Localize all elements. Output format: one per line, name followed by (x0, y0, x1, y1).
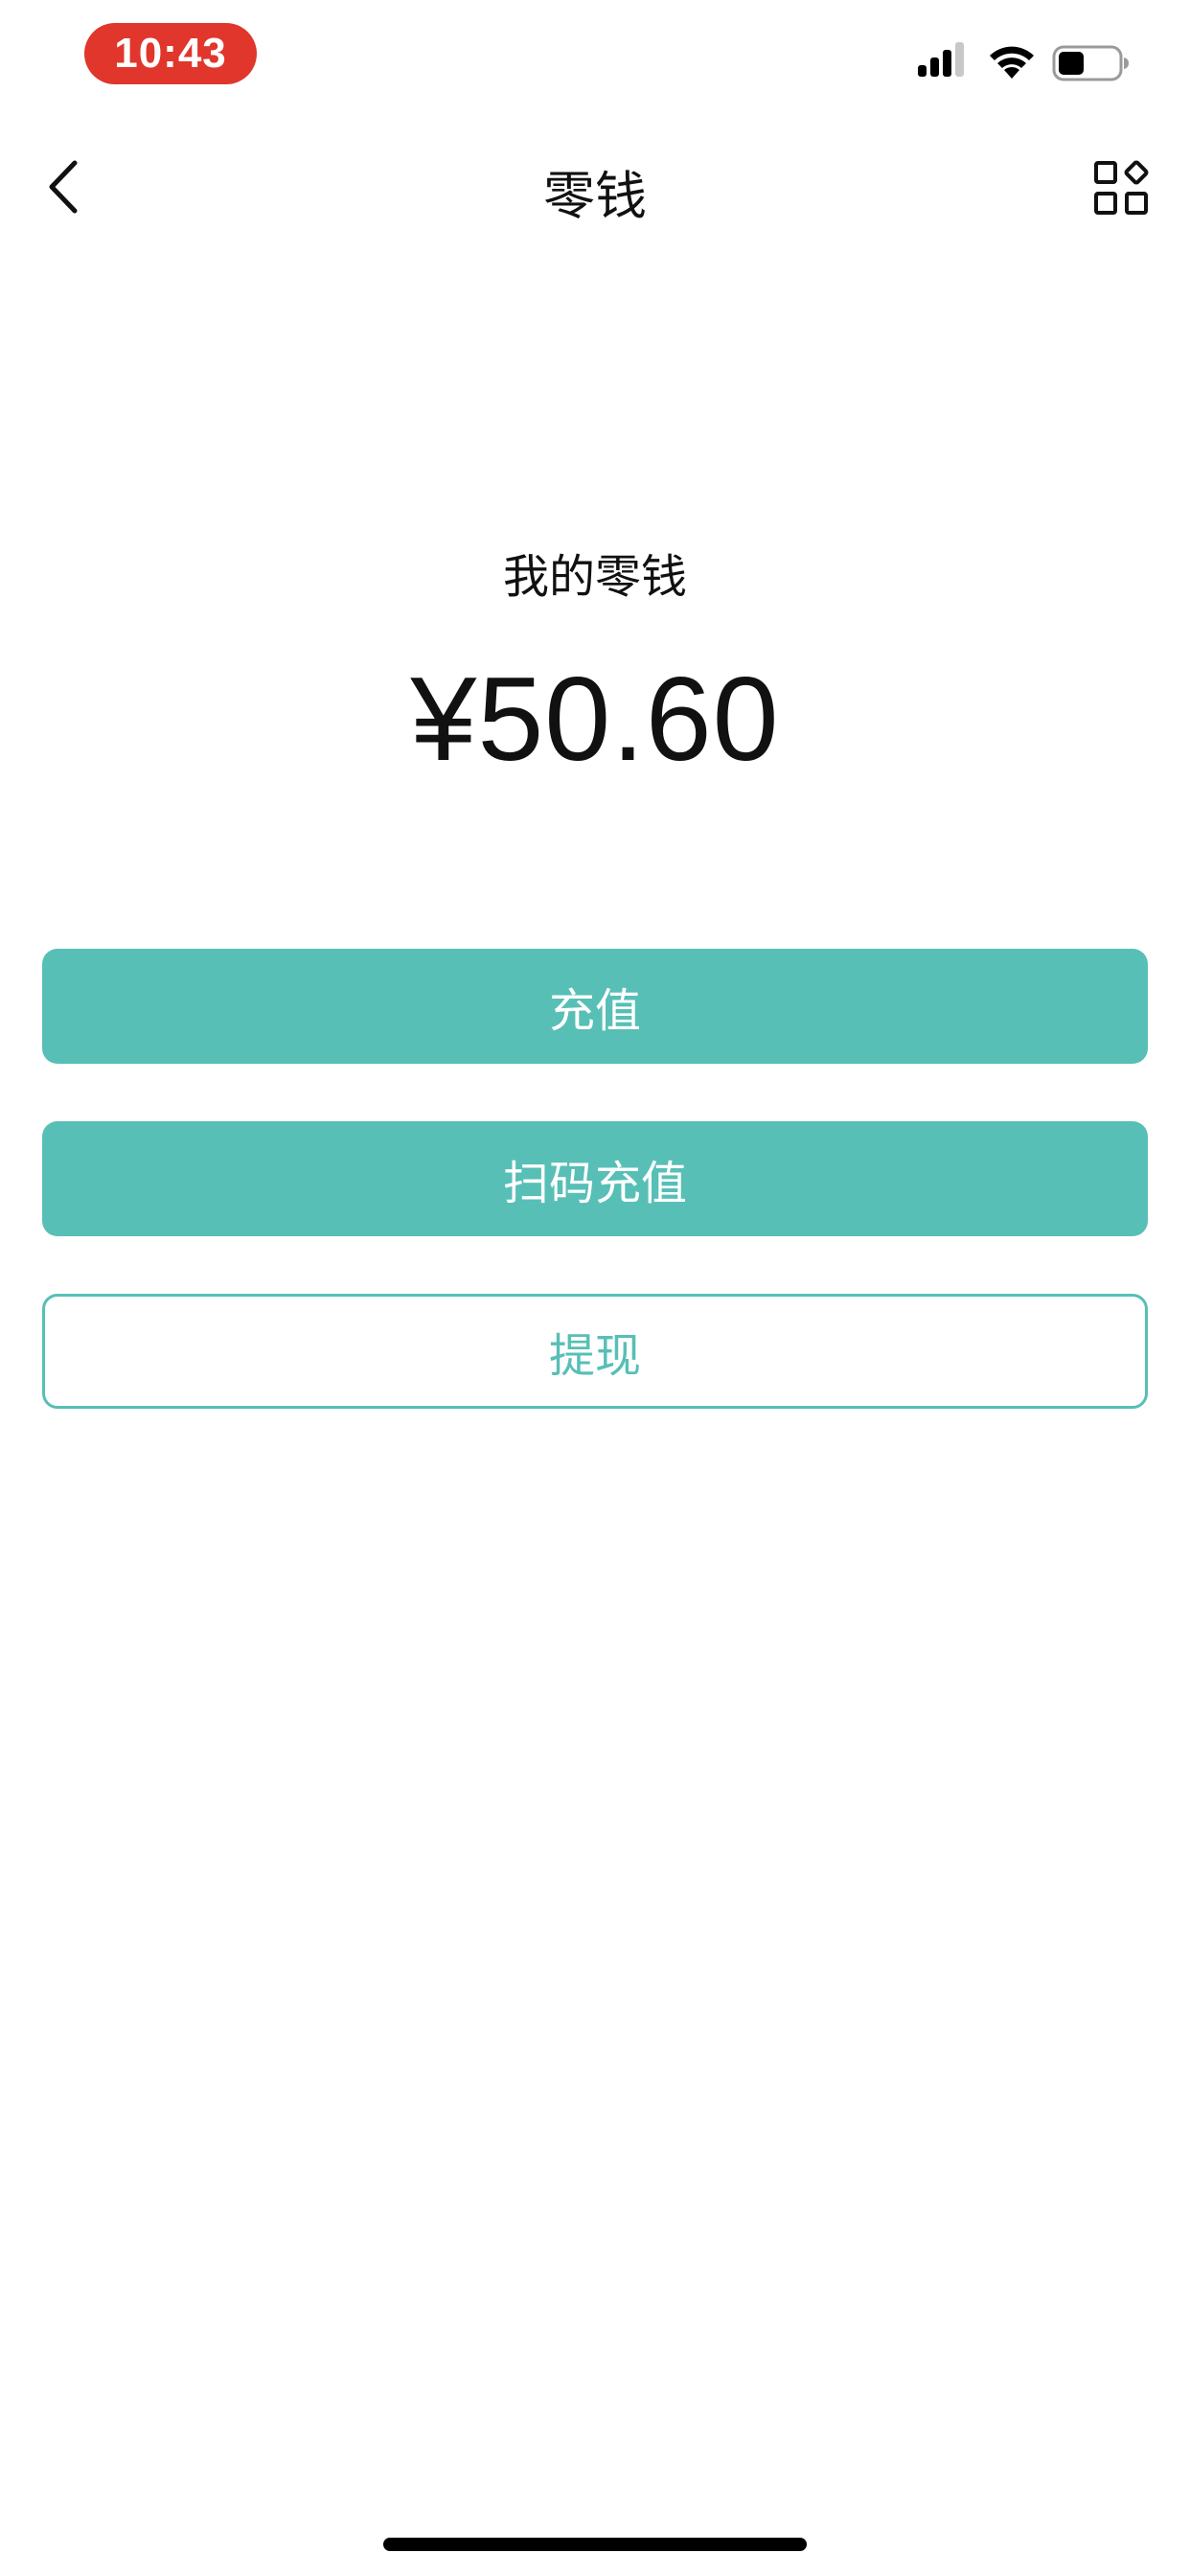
balance-amount: ¥50.60 (410, 654, 780, 786)
page-title: 零钱 (543, 166, 647, 226)
status-time: 10:43 (84, 23, 257, 84)
scan-recharge-button[interactable]: 扫码充值 (42, 1121, 1148, 1236)
recharge-button[interactable]: 充值 (42, 949, 1148, 1064)
wifi-icon (990, 46, 1034, 79)
balance-label: 我的零钱 (502, 550, 687, 604)
scan-recharge-button-label: 扫码充值 (502, 1157, 687, 1210)
withdraw-button-label: 提现 (548, 1329, 641, 1383)
more-options-button[interactable] (1092, 159, 1152, 218)
cellular-signal-icon (918, 42, 964, 77)
grid-apps-icon (1094, 160, 1149, 215)
withdraw-button[interactable]: 提现 (42, 1294, 1148, 1409)
home-indicator[interactable] (383, 2538, 807, 2551)
battery-icon (1052, 45, 1129, 81)
status-bar: 10:43 (0, 0, 1190, 125)
navigation-bar: 零钱 (0, 134, 1190, 240)
recharge-button-label: 充值 (548, 984, 641, 1038)
